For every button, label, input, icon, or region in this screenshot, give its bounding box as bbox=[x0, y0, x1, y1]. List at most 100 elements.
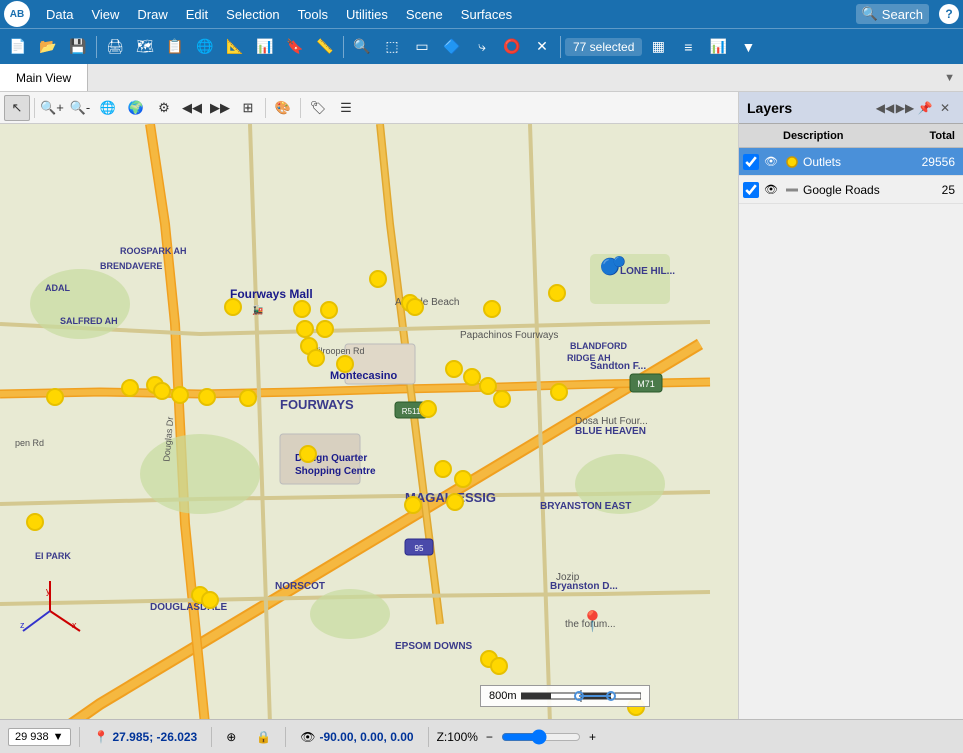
zoom-minus-btn[interactable]: − bbox=[482, 730, 497, 744]
outlet-marker-3[interactable] bbox=[121, 379, 139, 397]
menu-tools[interactable]: Tools bbox=[290, 5, 336, 24]
bookmark-map-btn[interactable]: 🏷 bbox=[305, 95, 331, 121]
outlet-marker-23[interactable] bbox=[445, 360, 463, 378]
menu-selection[interactable]: Selection bbox=[218, 5, 287, 24]
menu-utilities[interactable]: Utilities bbox=[338, 5, 396, 24]
nav-forward-btn[interactable]: ▶▶ bbox=[207, 95, 233, 121]
layer-outlets-eye[interactable]: 👁 bbox=[763, 154, 779, 170]
select-poly-button[interactable]: 🔷 bbox=[438, 33, 466, 61]
status-bar: 29 938 ▼ 📍 27.985; -26.023 ⊕ 🔒 👁 -90.00,… bbox=[0, 719, 963, 753]
save-button[interactable]: 💾 bbox=[64, 33, 92, 61]
map-view[interactable]: M71 R511 95 BRENDAVERE ADAL SALFRED AH E… bbox=[0, 124, 738, 719]
outlet-marker-34[interactable] bbox=[201, 591, 219, 609]
print-button[interactable]: 🖨 bbox=[101, 33, 129, 61]
layout-button[interactable]: 📐 bbox=[221, 33, 249, 61]
new-button[interactable]: 📄 bbox=[4, 33, 32, 61]
cursor-tool[interactable]: ↖ bbox=[4, 95, 30, 121]
layer-row-outlets[interactable]: 👁 Outlets 29556 bbox=[739, 148, 963, 176]
zoom-slider[interactable] bbox=[501, 729, 581, 745]
menu-draw[interactable]: Draw bbox=[129, 5, 175, 24]
outlet-marker-15[interactable] bbox=[320, 301, 338, 319]
layer-roads-checkbox[interactable] bbox=[743, 182, 759, 198]
outlet-marker-1[interactable] bbox=[26, 513, 44, 531]
outlet-marker-25[interactable] bbox=[454, 470, 472, 488]
layer-row-google-roads[interactable]: 👁 Google Roads 25 bbox=[739, 176, 963, 204]
outlet-marker-2[interactable] bbox=[46, 388, 64, 406]
help-button[interactable]: ? bbox=[939, 4, 959, 24]
outlet-marker-31[interactable] bbox=[490, 657, 508, 675]
deselect-button[interactable]: ✕ bbox=[528, 33, 556, 61]
outlet-marker-29[interactable] bbox=[493, 390, 511, 408]
chart-button[interactable]: 📊 bbox=[251, 33, 279, 61]
map-settings-btn[interactable]: ⚙ bbox=[151, 95, 177, 121]
outlet-marker-35[interactable] bbox=[550, 383, 568, 401]
layers-expand-btn[interactable]: ▶▶ bbox=[895, 98, 915, 118]
outlet-marker-5[interactable] bbox=[153, 382, 171, 400]
outlet-marker-8[interactable] bbox=[224, 298, 242, 316]
table-button[interactable]: ≡ bbox=[674, 33, 702, 61]
layer-outlets-name: Outlets bbox=[803, 155, 914, 169]
attribute-table-button[interactable]: ▦ bbox=[644, 33, 672, 61]
layers-col-total: Total bbox=[909, 130, 959, 142]
outlet-marker-28[interactable] bbox=[483, 300, 501, 318]
outlet-marker-11[interactable] bbox=[296, 320, 314, 338]
menu-bar: AB Data View Draw Edit Selection Tools U… bbox=[0, 0, 963, 28]
globe-button[interactable]: 🌐 bbox=[191, 33, 219, 61]
menu-view[interactable]: View bbox=[83, 5, 127, 24]
menu-surfaces[interactable]: Surfaces bbox=[453, 5, 520, 24]
layer-roads-eye[interactable]: 👁 bbox=[763, 182, 779, 198]
layers-pin-btn[interactable]: 📌 bbox=[915, 98, 935, 118]
outlet-marker-37[interactable] bbox=[548, 284, 566, 302]
outlet-marker-7[interactable] bbox=[198, 388, 216, 406]
menu-scene[interactable]: Scene bbox=[398, 5, 451, 24]
svg-text:Shopping Centre: Shopping Centre bbox=[295, 466, 376, 477]
select-rect-button[interactable]: ▭ bbox=[408, 33, 436, 61]
layers-collapse-btn[interactable]: ◀◀ bbox=[875, 98, 895, 118]
select-button[interactable]: ⬚ bbox=[378, 33, 406, 61]
map-button[interactable]: 🗺 bbox=[131, 33, 159, 61]
outlet-marker-17[interactable] bbox=[336, 355, 354, 373]
lock-status[interactable]: 🔒 bbox=[250, 730, 277, 744]
outlet-marker-9[interactable] bbox=[239, 389, 257, 407]
outlet-marker-14[interactable] bbox=[316, 320, 334, 338]
gps-status[interactable]: ⊕ bbox=[220, 730, 242, 744]
outlet-marker-32[interactable] bbox=[404, 496, 422, 514]
explore-button[interactable]: 🔍 bbox=[348, 33, 376, 61]
outlet-marker-18[interactable] bbox=[369, 270, 387, 288]
grid-btn[interactable]: ⊞ bbox=[235, 95, 261, 121]
catalog-button[interactable]: 📋 bbox=[161, 33, 189, 61]
bookmarks-button[interactable]: 🔖 bbox=[281, 33, 309, 61]
search-bar[interactable]: 🔍 Search bbox=[856, 4, 929, 24]
layers-btn[interactable]: ☰ bbox=[333, 95, 359, 121]
outlet-marker-16[interactable] bbox=[299, 445, 317, 463]
excel-button[interactable]: 📊 bbox=[704, 33, 732, 61]
select-circle-button[interactable]: ⭕ bbox=[498, 33, 526, 61]
layers-close-btn[interactable]: ✕ bbox=[935, 98, 955, 118]
outlet-marker-6[interactable] bbox=[171, 386, 189, 404]
layers-title: Layers bbox=[747, 100, 875, 116]
outlet-marker-13[interactable] bbox=[307, 349, 325, 367]
tab-dropdown[interactable]: ▼ bbox=[936, 68, 963, 88]
select-lasso-button[interactable]: ⤷ bbox=[468, 33, 496, 61]
web-globe-btn[interactable]: 🌐 bbox=[95, 95, 121, 121]
more-button[interactable]: ▼ bbox=[734, 33, 762, 61]
zoom-in-btn[interactable]: 🔍+ bbox=[39, 95, 65, 121]
menu-data[interactable]: Data bbox=[38, 5, 81, 24]
outlet-marker-22[interactable] bbox=[434, 460, 452, 478]
style-btn[interactable]: 🎨 bbox=[270, 95, 296, 121]
zoom-plus-btn[interactable]: + bbox=[585, 730, 600, 744]
tab-main-view[interactable]: Main View bbox=[0, 64, 88, 91]
nav-back-btn[interactable]: ◀◀ bbox=[179, 95, 205, 121]
layer-outlets-checkbox[interactable] bbox=[743, 154, 759, 170]
zoom-out-btn[interactable]: 🔍- bbox=[67, 95, 93, 121]
open-button[interactable]: 📂 bbox=[34, 33, 62, 61]
forum-pin[interactable]: 📍 bbox=[580, 609, 605, 634]
offline-globe-btn[interactable]: 🌍 bbox=[123, 95, 149, 121]
outlet-marker-21[interactable] bbox=[419, 400, 437, 418]
outlet-marker-10[interactable] bbox=[293, 300, 311, 318]
crs-button[interactable]: 29 938 ▼ bbox=[8, 728, 71, 746]
menu-edit[interactable]: Edit bbox=[178, 5, 216, 24]
outlet-marker-20[interactable] bbox=[406, 298, 424, 316]
outlet-marker-24[interactable] bbox=[446, 493, 464, 511]
measure-button[interactable]: 📏 bbox=[311, 33, 339, 61]
